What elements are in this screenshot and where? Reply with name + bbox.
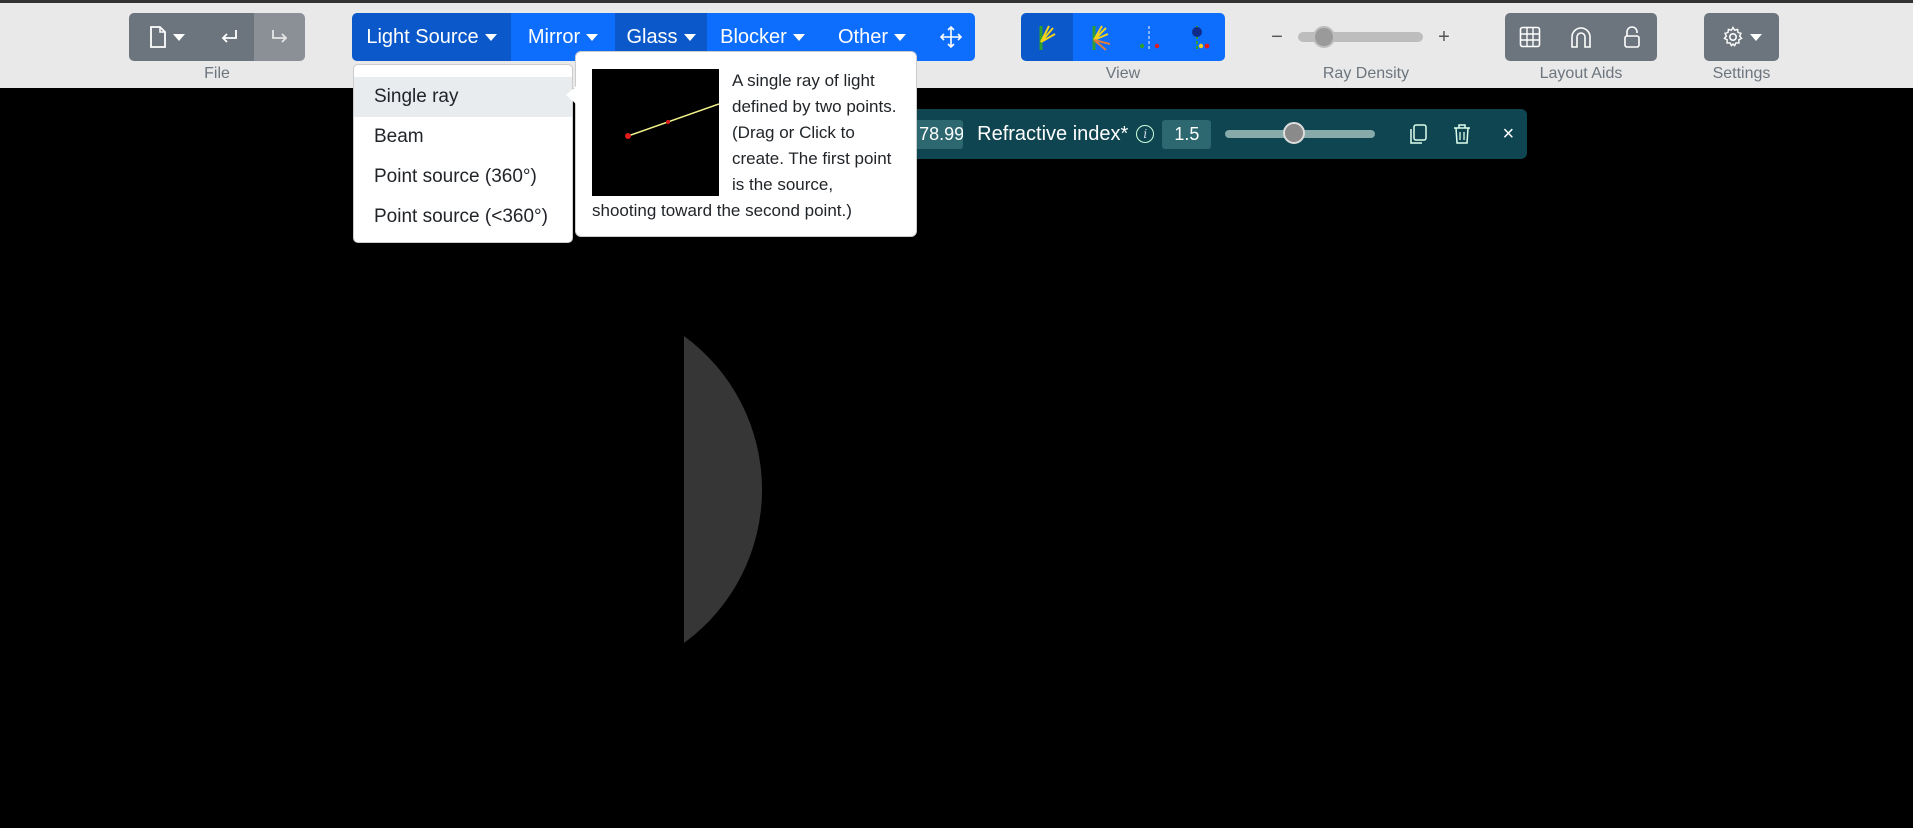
close-button[interactable]: ×	[1491, 117, 1525, 151]
ray-density-increase-button[interactable]: +	[1433, 26, 1455, 49]
refractive-index-label: Refractive index*	[977, 122, 1129, 145]
mirror-label: Mirror	[527, 25, 581, 48]
lock-toggle-button[interactable]	[1606, 13, 1657, 61]
delete-button[interactable]	[1445, 117, 1479, 151]
tool-help-popover: A single ray of light defined by two poi…	[566, 51, 917, 237]
object-properties-bar: d 78.999 Refractive index* i 1.5 ×	[890, 109, 1527, 159]
partial-property-value[interactable]: 78.999	[913, 119, 964, 149]
light-source-dropdown: Single ray Beam Point source (360°) Poin…	[353, 64, 573, 243]
close-icon: ×	[1502, 122, 1515, 145]
popover-arrow	[566, 86, 576, 104]
snap-icon	[1570, 27, 1591, 48]
view-extended-rays-button[interactable]	[1073, 13, 1124, 61]
move-icon	[939, 25, 962, 49]
view-images-icon	[1139, 26, 1159, 50]
menu-item-beam[interactable]: Beam	[354, 117, 572, 157]
undo-button[interactable]	[204, 13, 254, 61]
ray-density-decrease-button[interactable]: −	[1266, 26, 1288, 49]
refractive-index-input[interactable]: 1.5	[1162, 119, 1212, 149]
undo-icon	[221, 30, 237, 43]
caret-down-icon	[792, 33, 805, 41]
menu-item-single-ray[interactable]: Single ray	[354, 77, 572, 117]
lock-icon	[1623, 26, 1640, 48]
redo-icon	[271, 30, 287, 43]
light-source-label: Light Source	[366, 25, 479, 48]
duplicate-icon	[1410, 124, 1428, 144]
view-group-label: View	[1105, 65, 1141, 82]
view-rays-icon	[1039, 25, 1056, 50]
single-ray-preview-image	[592, 69, 719, 196]
layout-aids-group	[1505, 13, 1657, 61]
glass-label: Glass	[626, 25, 678, 48]
light-source-menu-button[interactable]: Light Source	[352, 13, 511, 61]
duplicate-button[interactable]	[1401, 117, 1435, 151]
new-file-icon	[149, 26, 166, 48]
caret-down-icon	[1749, 33, 1762, 41]
settings-menu-button[interactable]	[1704, 13, 1779, 61]
refractive-index-slider-thumb[interactable]	[1283, 122, 1306, 144]
other-label: Other	[837, 25, 889, 48]
info-icon[interactable]: i	[1136, 125, 1155, 143]
settings-group	[1704, 13, 1779, 61]
view-observer-icon	[1192, 26, 1210, 50]
menu-item-point-source-partial[interactable]: Point source (<360°)	[354, 197, 572, 237]
view-images-button[interactable]	[1124, 13, 1175, 61]
caret-down-icon	[172, 33, 185, 41]
caret-down-icon	[586, 33, 599, 41]
view-rays-button[interactable]	[1021, 13, 1073, 61]
blocker-label: Blocker	[720, 25, 787, 48]
view-observer-button[interactable]	[1175, 13, 1225, 61]
caret-down-icon	[683, 33, 696, 41]
menu-item-point-source-360[interactable]: Point source (360°)	[354, 157, 572, 197]
grid-icon	[1519, 26, 1541, 48]
view-extended-rays-icon	[1092, 25, 1110, 51]
drawing-canvas[interactable]	[0, 88, 1913, 828]
trash-icon	[1454, 124, 1471, 144]
redo-button[interactable]	[254, 13, 305, 61]
ray-density-slider[interactable]	[1298, 26, 1423, 48]
file-group	[129, 13, 305, 61]
view-group	[1021, 13, 1225, 61]
ray-density-control: − +	[1266, 13, 1466, 61]
plano-convex-lens[interactable]	[684, 336, 763, 643]
gear-icon	[1722, 26, 1743, 47]
file-menu-button[interactable]	[129, 13, 204, 61]
caret-down-icon	[484, 33, 497, 41]
refractive-index-slider[interactable]	[1225, 122, 1376, 144]
ray-density-label: Ray Density	[1322, 65, 1410, 82]
move-view-button[interactable]	[926, 13, 975, 61]
layout-aids-label: Layout Aids	[1539, 65, 1623, 82]
grid-toggle-button[interactable]	[1505, 13, 1555, 61]
ray-density-slider-thumb[interactable]	[1313, 26, 1335, 48]
settings-label: Settings	[1712, 65, 1771, 82]
snap-toggle-button[interactable]	[1555, 13, 1606, 61]
toolbar: File Light Source Mirror Glass Blocker O…	[0, 0, 1913, 88]
caret-down-icon	[894, 33, 907, 41]
file-group-label: File	[204, 65, 230, 82]
